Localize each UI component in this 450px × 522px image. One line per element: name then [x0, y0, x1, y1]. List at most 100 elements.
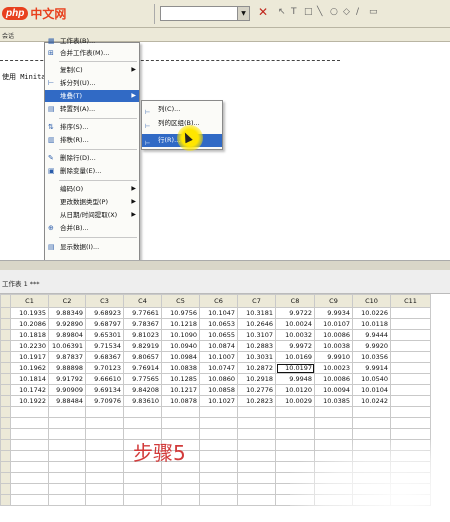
menu-item-rank[interactable]: ▥ 排秩(R)...	[45, 134, 139, 146]
table-cell[interactable]: 10.1962	[10, 362, 49, 374]
table-cell[interactable]	[314, 428, 353, 440]
table-cell[interactable]	[390, 362, 431, 374]
table-cell[interactable]	[237, 494, 276, 506]
table-cell[interactable]	[48, 461, 86, 473]
table-cell[interactable]: 10.1285	[161, 373, 200, 385]
table-cell[interactable]: 9.88898	[48, 362, 86, 374]
table-cell[interactable]: 10.1935	[10, 307, 49, 319]
row-header[interactable]	[0, 373, 11, 385]
table-cell[interactable]: 9.9948	[275, 373, 315, 385]
table-cell[interactable]	[85, 494, 124, 506]
table-cell[interactable]: 10.1217	[161, 384, 200, 396]
row-header[interactable]	[0, 329, 11, 341]
table-cell[interactable]	[85, 428, 124, 440]
table-cell[interactable]	[161, 417, 200, 429]
column-header[interactable]: C11	[390, 294, 431, 308]
column-header[interactable]: C7	[237, 294, 276, 308]
table-cell[interactable]: 10.3107	[237, 329, 276, 341]
table-cell[interactable]	[390, 384, 431, 396]
table-cell[interactable]	[85, 439, 124, 451]
menu-item-worksheet[interactable]: ▦ 工作表(B)...	[45, 35, 139, 47]
table-cell[interactable]	[237, 472, 276, 484]
table-cell[interactable]: 9.81023	[123, 329, 162, 341]
table-cell[interactable]: 9.92890	[48, 318, 86, 330]
table-cell[interactable]	[161, 472, 200, 484]
table-cell[interactable]	[48, 417, 86, 429]
table-cell[interactable]: 10.0197	[275, 362, 315, 374]
menu-item-delete-variables[interactable]: ▣ 删除变量(E)...	[45, 165, 139, 177]
table-cell[interactable]	[199, 450, 238, 462]
table-cell[interactable]	[390, 395, 431, 407]
row-header[interactable]	[0, 307, 11, 319]
table-cell[interactable]: 9.9722	[275, 307, 315, 319]
table-cell[interactable]: 9.9972	[275, 340, 315, 352]
row-header[interactable]	[0, 494, 11, 506]
table-cell[interactable]	[352, 428, 391, 440]
menu-item-stack[interactable]: 堆叠(T) ▶	[45, 90, 139, 102]
table-cell[interactable]	[237, 483, 276, 495]
table-cell[interactable]: 10.0356	[352, 351, 391, 363]
table-cell[interactable]: 10.1814	[10, 373, 49, 385]
table-cell[interactable]: 9.68367	[85, 351, 124, 363]
row-header[interactable]	[0, 340, 11, 352]
shape-tool-icon[interactable]: ▭	[369, 7, 378, 18]
table-cell[interactable]	[199, 494, 238, 506]
table-cell[interactable]: 10.2230	[10, 340, 49, 352]
ellipse-tool-icon[interactable]: ○	[330, 7, 339, 18]
menu-item-change-data-type[interactable]: 更改数据类型(P) ▶	[45, 196, 139, 208]
table-cell[interactable]: 10.2776	[237, 384, 276, 396]
table-cell[interactable]: 10.0094	[314, 384, 353, 396]
table-cell[interactable]	[314, 406, 353, 418]
table-cell[interactable]	[390, 406, 431, 418]
menu-item-delete-rows[interactable]: ✎ 删除行(D)...	[45, 152, 139, 164]
table-cell[interactable]: 10.1818	[10, 329, 49, 341]
table-cell[interactable]	[85, 406, 124, 418]
table-cell[interactable]: 10.0242	[352, 395, 391, 407]
table-cell[interactable]: 10.9756	[161, 307, 200, 319]
row-header[interactable]	[0, 384, 11, 396]
table-cell[interactable]: 10.0104	[352, 384, 391, 396]
table-cell[interactable]	[199, 417, 238, 429]
table-cell[interactable]: 10.0029	[275, 395, 315, 407]
table-cell[interactable]	[390, 318, 431, 330]
table-cell[interactable]	[199, 483, 238, 495]
menu-item-display-data[interactable]: ▤ 显示数据(I)...	[45, 241, 139, 253]
table-cell[interactable]	[161, 494, 200, 506]
table-cell[interactable]	[275, 406, 315, 418]
table-cell[interactable]: 10.1027	[199, 395, 238, 407]
table-cell[interactable]: 10.1047	[199, 307, 238, 319]
polygon-tool-icon[interactable]: ◇	[343, 7, 352, 18]
table-cell[interactable]: 10.0120	[275, 384, 315, 396]
pointer-icon[interactable]: ↖	[278, 7, 287, 18]
table-cell[interactable]: 9.88484	[48, 395, 86, 407]
table-cell[interactable]: 10.1917	[10, 351, 49, 363]
table-cell[interactable]: 9.84208	[123, 384, 162, 396]
table-cell[interactable]	[48, 472, 86, 484]
table-cell[interactable]: 10.2823	[237, 395, 276, 407]
row-header[interactable]	[0, 483, 11, 495]
table-cell[interactable]	[352, 417, 391, 429]
table-cell[interactable]	[10, 439, 49, 451]
table-cell[interactable]	[123, 406, 162, 418]
table-cell[interactable]	[390, 417, 431, 429]
table-cell[interactable]	[199, 472, 238, 484]
menu-item-unstack[interactable]: ⊢ 拆分列(U)...	[45, 77, 139, 89]
table-cell[interactable]	[10, 483, 49, 495]
chevron-down-icon[interactable]: ▼	[237, 7, 249, 20]
submenu-item-columns[interactable]: ⊢ 列(C)...	[142, 103, 222, 116]
table-cell[interactable]: 10.1742	[10, 384, 49, 396]
table-cell[interactable]	[390, 329, 431, 341]
table-cell[interactable]	[237, 439, 276, 451]
column-header[interactable]: C3	[85, 294, 124, 308]
table-cell[interactable]	[314, 417, 353, 429]
table-cell[interactable]: 10.2918	[237, 373, 276, 385]
table-cell[interactable]	[10, 450, 49, 462]
table-cell[interactable]	[390, 428, 431, 440]
table-cell[interactable]: 9.90909	[48, 384, 86, 396]
table-cell[interactable]: 10.1218	[161, 318, 200, 330]
table-cell[interactable]	[275, 428, 315, 440]
table-cell[interactable]: 9.88349	[48, 307, 86, 319]
table-cell[interactable]: 10.0107	[314, 318, 353, 330]
table-cell[interactable]	[123, 417, 162, 429]
table-cell[interactable]: 10.1007	[199, 351, 238, 363]
